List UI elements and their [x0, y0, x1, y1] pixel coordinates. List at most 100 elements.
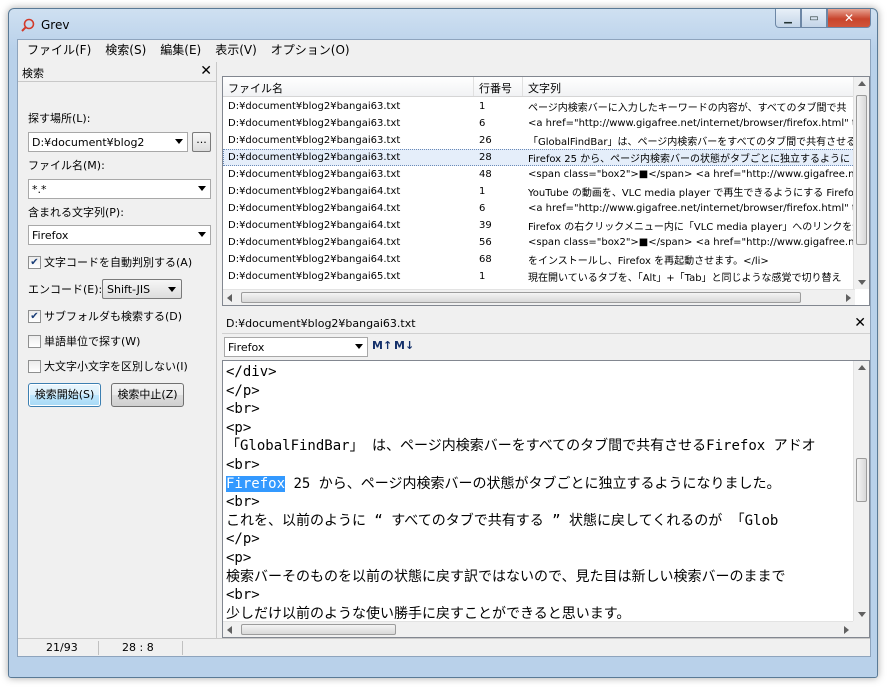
wholeword-checkbox[interactable]: 単語単位で探す(W) [28, 333, 140, 349]
find-previous-button[interactable]: M↑ [372, 339, 392, 355]
results-list[interactable]: ファイル名 行番号 文字列 D:¥document¥blog2¥bangai63… [222, 76, 870, 306]
preview-path-bar: D:¥document¥blog2¥bangai63.txt ✕ [222, 314, 870, 334]
status-bar: 21/93 28 : 8 [18, 638, 870, 656]
close-icon: ✕ [843, 11, 855, 25]
status-cursor-position: 28 : 8 [122, 641, 154, 654]
search-highlight: Firefox [226, 475, 286, 492]
table-row[interactable]: D:¥document¥blog2¥bangai64.txt 6 <a href="… [223, 200, 855, 217]
scroll-right-icon[interactable] [844, 626, 849, 634]
scroll-right-icon[interactable] [846, 294, 851, 302]
column-header-line[interactable]: 行番号 [474, 77, 523, 96]
text-combo[interactable]: Firefox [28, 225, 211, 245]
cell-filename: D:¥document¥blog2¥bangai64.txt [228, 186, 401, 197]
results-vertical-scrollbar[interactable] [853, 77, 869, 289]
table-row[interactable]: D:¥document¥blog2¥bangai63.txt 48 <span cl… [223, 166, 855, 183]
preview-editor[interactable]: </div> </p> <br> <p> 「GlobalFindBar」 は、ページ内検… [222, 360, 870, 638]
preview-path: D:¥document¥blog2¥bangai63.txt [226, 317, 416, 330]
binoculars-down-icon: M↓ [394, 339, 415, 352]
filename-combo[interactable]: *.* [28, 179, 211, 199]
cell-line: 1 [479, 186, 486, 197]
scroll-left-icon[interactable] [227, 294, 232, 302]
text-line: </p> [226, 531, 260, 548]
search-panel-title: 検索 [22, 67, 44, 80]
magnifier-app-icon [21, 18, 35, 32]
location-value: D:¥document¥blog2 [32, 136, 145, 149]
close-icon[interactable]: ✕ [200, 63, 212, 79]
table-row[interactable]: D:¥document¥blog2¥bangai65.txt 1 現在開いているタブ… [223, 268, 855, 285]
scroll-thumb[interactable] [241, 292, 801, 303]
table-row[interactable]: D:¥document¥blog2¥bangai64.txt 39 Firefox … [223, 217, 855, 234]
scroll-left-icon[interactable] [227, 626, 232, 634]
editor-vertical-scrollbar[interactable] [853, 361, 869, 621]
subfolders-label: サブフォルダも検索する(D) [44, 310, 183, 323]
table-row[interactable]: D:¥document¥blog2¥bangai63.txt 6 <a href="… [223, 115, 855, 132]
cell-text: 「GlobalFindBar」は、ページ内検索バーをすべてのタブ間で共有させる [528, 137, 855, 148]
checkbox-empty-icon [28, 359, 41, 373]
table-row[interactable]: D:¥document¥blog2¥bangai63.txt 28 Firefox … [223, 149, 855, 166]
text-label: 含まれる文字列(P): [28, 206, 124, 219]
menu-bar: ファイル(F) 検索(S) 編集(E) 表示(V) オプション(O) [18, 40, 870, 60]
stop-search-button[interactable]: 検索中止(Z) [111, 383, 184, 407]
scroll-thumb[interactable] [241, 624, 396, 635]
cell-line: 39 [479, 220, 492, 231]
text-line: これを、以前のように “ すべてのタブで共有する ” 状態に戻してくれるのが 「… [226, 512, 779, 529]
title-bar[interactable]: Grev ▁ ▭ ✕ [9, 9, 877, 39]
autodetect-label: 文字コードを自動判別する(A) [44, 256, 193, 269]
scroll-thumb[interactable] [856, 95, 867, 245]
table-row[interactable]: D:¥document¥blog2¥bangai64.txt 56 <span cl… [223, 234, 855, 251]
scroll-up-icon[interactable] [858, 365, 866, 370]
column-header-filename[interactable]: ファイル名 [223, 77, 474, 96]
cell-filename: D:¥document¥blog2¥bangai63.txt [228, 152, 401, 163]
minimize-button[interactable]: ▁ [775, 9, 801, 28]
maximize-icon: ▭ [809, 12, 819, 24]
close-button[interactable]: ✕ [827, 9, 871, 28]
scroll-down-icon[interactable] [858, 612, 866, 617]
case-label: 大文字小文字を区別しない(I) [44, 360, 188, 373]
cell-filename: D:¥document¥blog2¥bangai65.txt [228, 271, 401, 282]
chevron-down-icon[interactable] [355, 344, 363, 349]
scroll-thumb[interactable] [856, 458, 867, 502]
menu-file[interactable]: ファイル(F) [20, 40, 98, 60]
encoding-select[interactable]: Shift-JIS [102, 279, 182, 299]
column-header-text[interactable]: 文字列 [523, 77, 863, 96]
table-row[interactable]: D:¥document¥blog2¥bangai64.txt 1 YouTube の… [223, 183, 855, 200]
text-line: <br> [226, 587, 260, 604]
results-horizontal-scrollbar[interactable] [223, 289, 855, 305]
table-row[interactable]: D:¥document¥blog2¥bangai64.txt 68 をインストールし… [223, 251, 855, 268]
start-search-button[interactable]: 検索開始(S) [28, 383, 101, 407]
cell-line: 26 [479, 135, 492, 146]
cell-filename: D:¥document¥blog2¥bangai63.txt [228, 169, 401, 180]
cell-text: <a href="http://www.gigafree.net/interne… [528, 118, 855, 129]
menu-search[interactable]: 検索(S) [98, 40, 153, 60]
editor-horizontal-scrollbar[interactable] [223, 621, 853, 637]
find-next-button[interactable]: M↓ [394, 339, 414, 355]
text-line-rest: 25 から、ページ内検索バーの状態がタブごとに独立するようになりました。 [285, 475, 781, 492]
text-line: </div> [226, 364, 277, 380]
find-combo[interactable]: Firefox [224, 337, 368, 357]
browse-button[interactable]: ... [192, 132, 211, 152]
case-checkbox[interactable]: 大文字小文字を区別しない(I) [28, 358, 188, 374]
menu-view[interactable]: 表示(V) [208, 40, 264, 60]
encoding-value: Shift-JIS [107, 283, 151, 296]
chevron-down-icon[interactable] [198, 232, 206, 237]
cell-text: <a href="http://www.gigafree.net/interne… [528, 203, 855, 214]
preview-text[interactable]: </div> </p> <br> <p> 「GlobalFindBar」 は、ページ内検… [226, 363, 852, 637]
cell-line: 1 [479, 271, 486, 282]
chevron-down-icon[interactable] [175, 139, 183, 144]
chevron-down-icon[interactable] [198, 186, 206, 191]
checkbox-empty-icon [28, 334, 41, 348]
location-combo[interactable]: D:¥document¥blog2 [28, 132, 188, 152]
subfolders-checkbox[interactable]: ✔ サブフォルダも検索する(D) [28, 308, 182, 324]
scroll-up-icon[interactable] [858, 81, 866, 86]
menu-edit[interactable]: 編集(E) [153, 40, 208, 60]
maximize-button[interactable]: ▭ [801, 9, 827, 28]
text-line: <br> [226, 401, 260, 418]
text-line: 「GlobalFindBar」 は、ページ内検索バーをすべてのタブ間で共有させる… [226, 438, 816, 455]
menu-options[interactable]: オプション(O) [264, 40, 357, 60]
autodetect-checkbox[interactable]: ✔ 文字コードを自動判別する(A) [28, 254, 192, 270]
table-row[interactable]: D:¥document¥blog2¥bangai63.txt 26 「GlobalF… [223, 132, 855, 149]
table-row[interactable]: D:¥document¥blog2¥bangai63.txt 1 ページ内検索バーに… [223, 98, 855, 115]
scroll-down-icon[interactable] [858, 280, 866, 285]
close-icon[interactable]: ✕ [854, 315, 866, 331]
cell-text: ページ内検索バーに入力したキーワードの内容が、すべてのタブ間で共 [528, 103, 847, 114]
